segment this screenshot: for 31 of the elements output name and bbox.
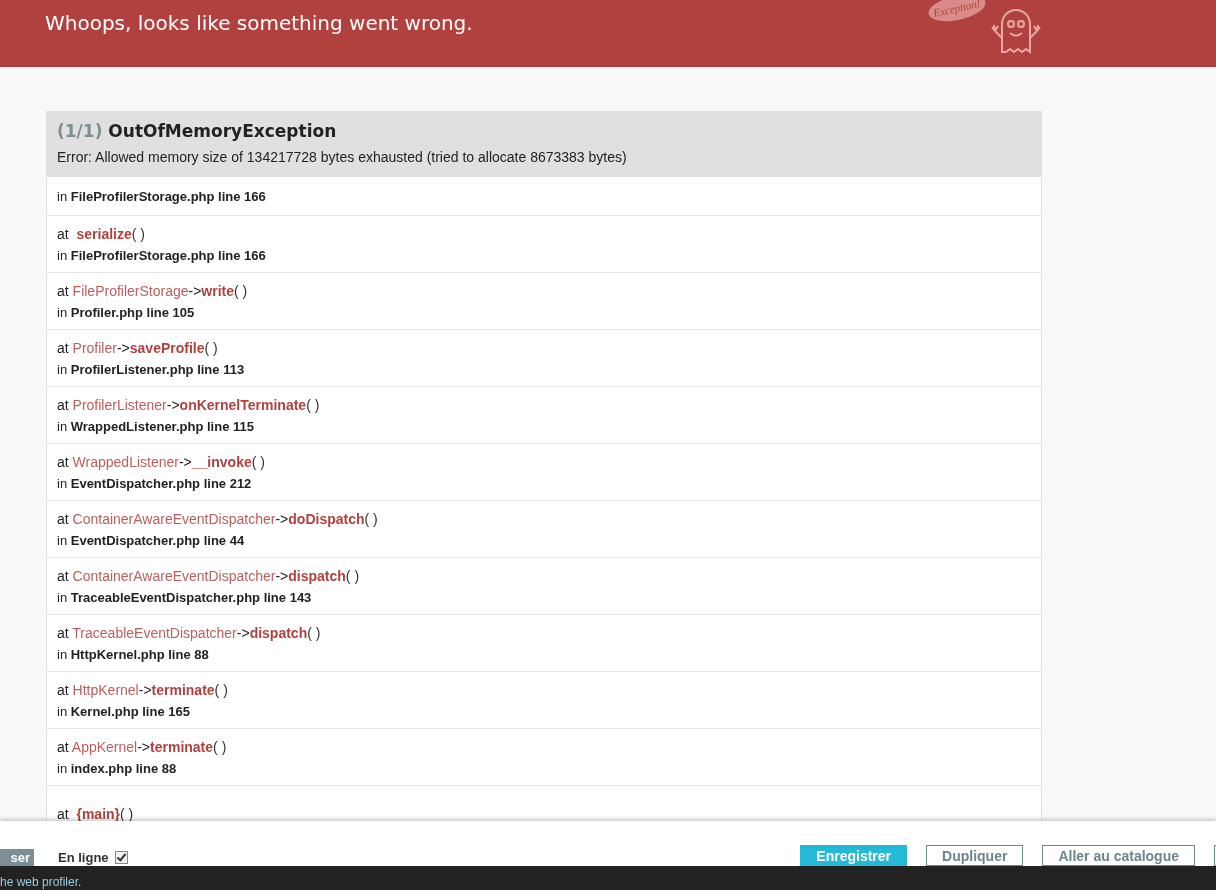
file-location: in TraceableEventDispatcher.php line 143 xyxy=(57,589,312,605)
action-button[interactable]: ser xyxy=(0,849,34,866)
file-location: in ProfilerListener.php line 113 xyxy=(57,361,245,377)
trace-call: at Profiler->saveProfile( ) xyxy=(57,339,218,356)
toolbar-message[interactable]: he web profiler. xyxy=(0,875,82,889)
trace-call: at ContainerAwareEventDispatcher->doDispatch( ) xyxy=(57,510,378,527)
action-button[interactable]: Dupliquer xyxy=(926,845,1024,866)
trace-call: at ProfilerListener->onKernelTerminate( ) xyxy=(57,396,320,413)
trace-call: at AppKernel->terminate( ) xyxy=(57,738,227,755)
action-button[interactable]: Aller au catalogue xyxy=(1042,845,1195,866)
trace-call: at WrappedListener->__invoke( ) xyxy=(57,453,265,470)
exception-title: (1/1) OutOfMemoryException xyxy=(57,121,337,141)
trace-call: at serialize( ) xyxy=(57,225,145,242)
online-label: En ligne xyxy=(58,850,109,865)
file-location: in EventDispatcher.php line 44 xyxy=(57,532,245,548)
action-button[interactable]: Enregistrer xyxy=(800,845,908,866)
error-message: Error: Allowed memory size of 134217728 bytes exhausted (tried to allocate 8673383 bytes) xyxy=(57,149,627,165)
trace-call: at ContainerAwareEventDispatcher->dispatch( ) xyxy=(57,567,360,584)
file-location: in HttpKernel.php line 88 xyxy=(57,646,209,662)
file-location: in FileProfilerStorage.php line 166 xyxy=(57,247,266,263)
file-location: in index.php line 88 xyxy=(57,760,177,776)
file-location: in WrappedListener.php line 115 xyxy=(57,418,254,434)
trace-call: at TraceableEventDispatcher->dispatch( ) xyxy=(57,624,321,641)
trace-call: at HttpKernel->terminate( ) xyxy=(57,681,228,698)
file-location: in FileProfilerStorage.php line 166 xyxy=(57,189,266,204)
trace-call: at FileProfilerStorage->write( ) xyxy=(57,282,248,299)
file-location: in Profiler.php line 105 xyxy=(57,304,195,320)
file-location: in EventDispatcher.php line 212 xyxy=(57,475,252,491)
page-title: Whoops, looks like something went wrong. xyxy=(45,11,473,35)
online-checkbox[interactable] xyxy=(114,851,128,864)
file-location: in Kernel.php line 165 xyxy=(57,703,190,719)
